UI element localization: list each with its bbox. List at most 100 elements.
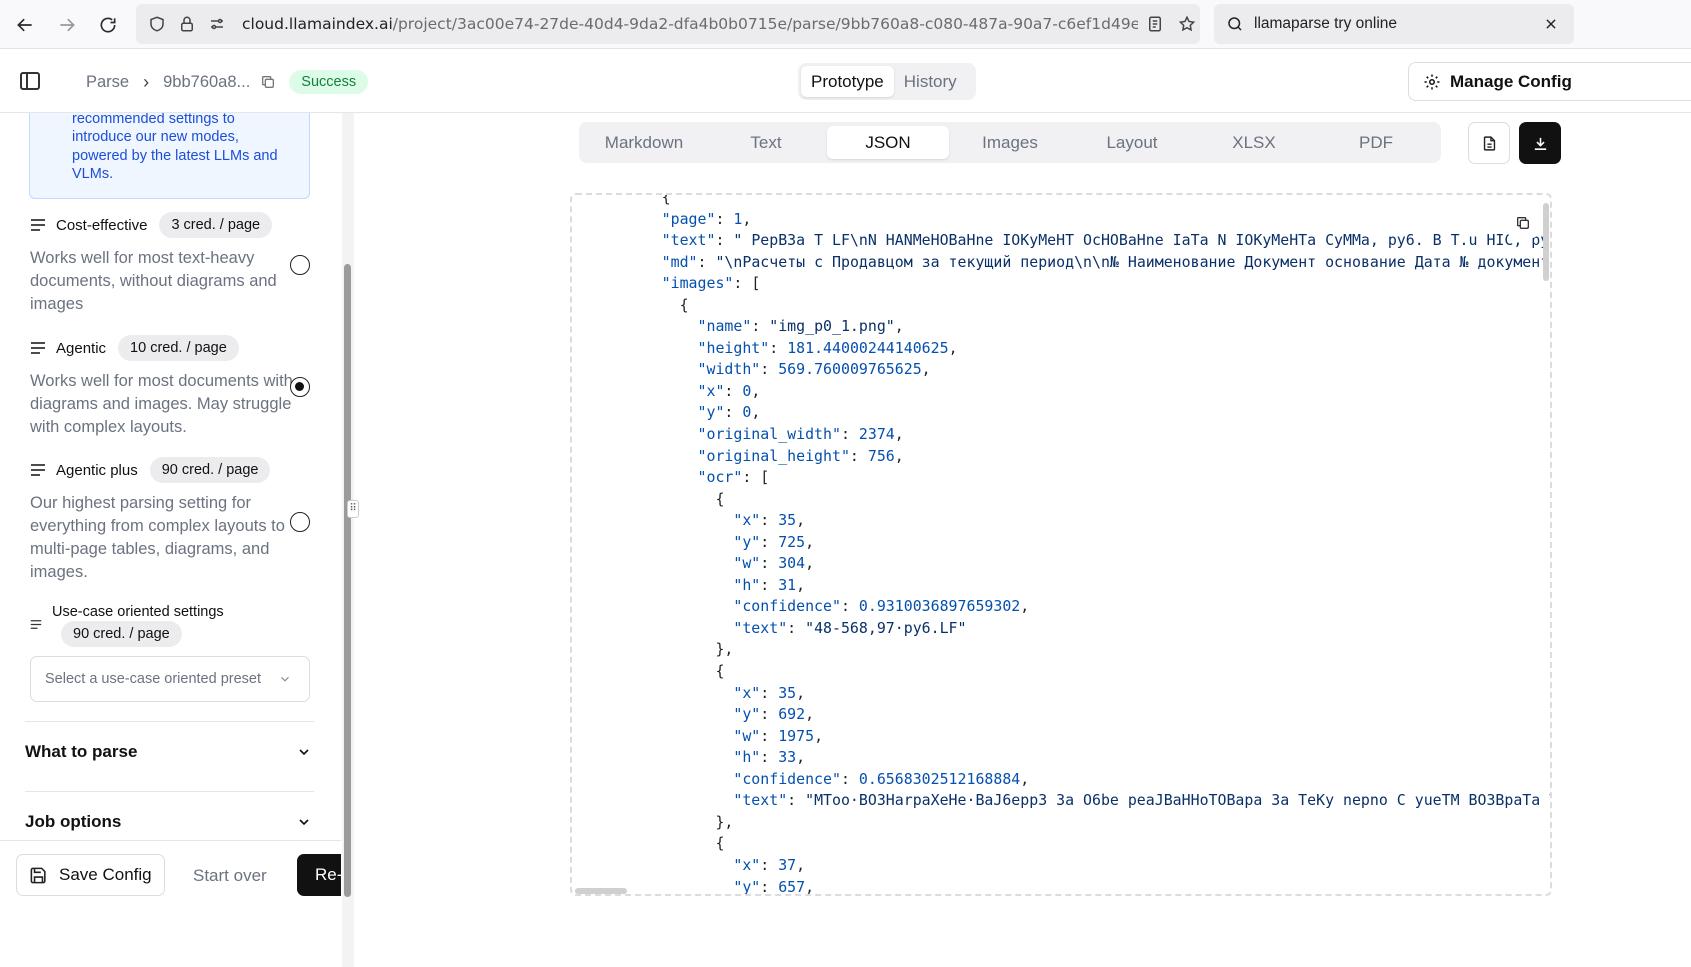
json-value: "MToo·BO3HarpaXeHe·BaJ6epp3 3a O6be peaJ… (805, 791, 1552, 810)
json-line: "w": 304, (733, 554, 815, 573)
json-value: 37 (778, 855, 797, 874)
json-line: { (572, 661, 1550, 683)
json-value: "img_p0_1.png" (769, 317, 895, 336)
search-query: llamaparse try online (1254, 15, 1398, 32)
json-key: "width" (697, 360, 761, 379)
json-line: "text": " PepB3a T LF\nN HANMeHOBaHne IO… (572, 230, 1552, 252)
json-key: "x" (733, 511, 761, 530)
url-text[interactable]: cloud.llamaindex.ai/project/3ac00e74-27d… (242, 15, 1138, 33)
forward-icon[interactable] (51, 9, 83, 41)
search-box[interactable]: llamaparse try online (1214, 4, 1574, 44)
tab-history[interactable]: History (894, 66, 967, 97)
json-key: "confidence" (733, 597, 841, 616)
json-value: " PepB3a T LF\nN HANMeHOBaHne IOKyMeHT O… (733, 231, 1552, 250)
save-config-button[interactable]: Save Config (16, 854, 165, 896)
json-line: "y": 0, (697, 403, 761, 422)
back-icon[interactable] (9, 9, 41, 41)
cred-badge: 90 cred. / page (149, 457, 271, 483)
close-icon[interactable] (1544, 17, 1558, 31)
bookmark-star-icon[interactable] (1178, 15, 1196, 33)
json-value: 0 (742, 403, 752, 422)
reload-icon[interactable] (92, 9, 124, 41)
json-punct: { (715, 662, 725, 681)
json-scrollbar-vertical[interactable] (1543, 203, 1549, 281)
reparse-button[interactable]: Re- (297, 854, 341, 896)
json-key: "images" (661, 274, 734, 293)
scrollbar-thumb[interactable] (344, 264, 351, 897)
tab-prototype[interactable]: Prototype (801, 66, 894, 97)
copy-json-button[interactable] (1508, 208, 1538, 238)
url-path: /project/3ac00e74-27de-40d4-9da2-dfa4b0b… (392, 15, 1138, 33)
json-key: "y" (733, 705, 761, 724)
json-value: 1975 (778, 726, 815, 745)
start-over-button[interactable]: Start over (193, 866, 267, 886)
usecase-preset-select[interactable]: Select a use-case oriented preset (30, 656, 310, 702)
lock-icon[interactable] (178, 15, 196, 33)
format-tabs: Markdown Text JSON Images Layout XLSX PD… (579, 122, 1441, 163)
tab-json[interactable]: JSON (827, 126, 949, 159)
radio-agentic[interactable] (290, 377, 310, 397)
json-line: "x": 0, (697, 381, 761, 400)
tab-images[interactable]: Images (949, 126, 1071, 159)
chevron-down-icon (299, 749, 309, 756)
section-title: Job options (25, 812, 122, 831)
download-button[interactable] (1519, 122, 1561, 164)
reader-view-icon[interactable] (1146, 15, 1164, 33)
app-header: Parse › 9bb760a8... Success Prototype Hi… (0, 49, 1691, 113)
json-value: 181.44000244140625 (787, 338, 949, 357)
mode-name: Cost-effective (56, 216, 148, 234)
json-value: 756 (867, 446, 895, 465)
json-value: 31 (778, 575, 797, 594)
sidebar-toggle-icon[interactable] (18, 69, 42, 93)
json-key: "original_width" (697, 425, 841, 444)
tab-pdf[interactable]: PDF (1315, 126, 1437, 159)
divider (25, 721, 314, 722)
json-value: 569.760009765625 (778, 360, 922, 379)
json-punct: { (715, 489, 725, 508)
copy-icon (1517, 217, 1529, 229)
json-line: "original_width": 2374, (697, 425, 904, 444)
divider (25, 791, 314, 792)
search-icon (1228, 17, 1242, 31)
radio-cost-effective[interactable] (290, 255, 310, 275)
job-options-section[interactable]: Job options (25, 812, 314, 832)
json-key: "text" (661, 231, 716, 250)
mode-description: Works well for most documents with diagr… (30, 372, 293, 436)
json-viewer[interactable]: { "page": 1, "text": " PepB3a T LF\nN HA… (570, 193, 1552, 896)
tab-text[interactable]: Text (705, 126, 827, 159)
manage-config-button[interactable]: Manage Config (1408, 62, 1691, 101)
json-line: { (572, 833, 1550, 855)
json-scrollbar-horizontal[interactable] (575, 888, 627, 894)
json-key: "text" (733, 618, 788, 637)
mode-agentic-plus[interactable]: Agentic plus 90 cred. / page (30, 457, 271, 483)
shield-icon[interactable] (148, 15, 166, 33)
what-to-parse-section[interactable]: What to parse (25, 742, 314, 762)
json-line: "x": 35, (733, 683, 806, 702)
tab-xlsx[interactable]: XLSX (1193, 126, 1315, 159)
gear-icon (1424, 74, 1440, 89)
usecase-title: Use-case oriented settings (52, 604, 224, 620)
json-value: "48-568,97·py6.LF" (805, 618, 967, 637)
lines-icon (31, 342, 45, 354)
copy-icon[interactable] (260, 74, 276, 90)
json-punct: { (661, 193, 671, 206)
tab-layout[interactable]: Layout (1071, 126, 1193, 159)
resize-handle[interactable]: ⠿ (347, 500, 359, 518)
permissions-icon[interactable] (208, 15, 226, 33)
section-title: What to parse (25, 742, 138, 761)
json-line: "confidence": 0.6568302512168884, (733, 769, 1030, 788)
json-line: "original_height": 756, (697, 446, 904, 465)
json-line: "images": [ (661, 274, 761, 293)
breadcrumb-parse[interactable]: Parse (86, 73, 129, 92)
radio-agentic-plus[interactable] (290, 512, 310, 532)
mode-cost-effective[interactable]: Cost-effective 3 cred. / page (30, 212, 273, 238)
json-key: "height" (697, 338, 770, 357)
chevron-down-icon (299, 819, 309, 826)
mode-description: Our highest parsing setting for everythi… (30, 494, 285, 581)
tab-markdown[interactable]: Markdown (583, 126, 705, 159)
address-bar[interactable]: cloud.llamaindex.ai/project/3ac00e74-27d… (136, 4, 1200, 44)
json-key: "x" (697, 381, 725, 400)
mode-agentic[interactable]: Agentic 10 cred. / page (30, 335, 239, 361)
status-badge: Success (289, 70, 369, 94)
view-document-button[interactable] (1468, 122, 1510, 164)
